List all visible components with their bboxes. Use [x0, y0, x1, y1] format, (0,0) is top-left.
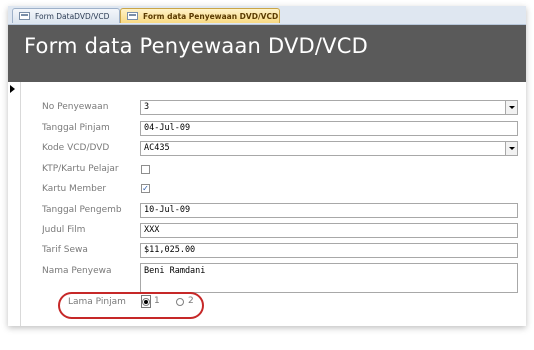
current-record-arrow-icon — [10, 85, 15, 93]
nama-penyewa-value: Beni Ramdani — [144, 266, 206, 276]
form-header: Form data Penyewaan DVD/VCD — [8, 25, 526, 82]
tab-form-data-penyewaan[interactable]: Form data Penyewaan DVD/VCD — [120, 8, 280, 23]
nama-penyewa-label: Nama Penyewa — [42, 266, 112, 276]
record-selector[interactable] — [8, 82, 21, 326]
no-penyewaan-value: 3 — [144, 102, 150, 112]
kartu-member-checkbox[interactable]: ✓ — [141, 184, 150, 193]
tanggal-pengembalian-label: Tanggal Pengemb — [42, 205, 122, 215]
tab-label: Form DataDVD/VCD — [35, 12, 110, 21]
judul-film-label: Judul Film — [42, 225, 86, 235]
chevron-down-icon[interactable] — [505, 142, 517, 155]
lama-pinjam-option-2-label: 2 — [188, 296, 194, 306]
ktp-kartu-pelajar-label: KTP/Kartu Pelajar — [42, 164, 119, 174]
form-icon — [127, 12, 138, 20]
tarif-sewa-field[interactable]: $11,025.00 — [140, 243, 518, 258]
tab-form-datadvd-vcd[interactable]: Form DataDVD/VCD — [12, 8, 120, 23]
judul-film-value: XXX — [144, 225, 160, 235]
tanggal-pengembalian-value: 10-Jul-09 — [144, 205, 191, 215]
access-window: Form DataDVD/VCD Form data Penyewaan DVD… — [8, 6, 526, 326]
tanggal-pinjam-field[interactable]: 04-Jul-09 — [140, 121, 518, 136]
kartu-member-label: Kartu Member — [42, 184, 107, 194]
ktp-kartu-pelajar-checkbox[interactable] — [141, 165, 150, 174]
judul-film-field[interactable]: XXX — [140, 223, 518, 238]
form-icon — [19, 12, 30, 20]
check-mark-icon: ✓ — [142, 184, 149, 193]
document-tab-bar: Form DataDVD/VCD Form data Penyewaan DVD… — [8, 6, 526, 25]
lama-pinjam-option-1-label: 1 — [154, 296, 160, 306]
no-penyewaan-label: No Penyewaan — [42, 102, 109, 112]
tanggal-pinjam-value: 04-Jul-09 — [144, 123, 191, 133]
nama-penyewa-field[interactable]: Beni Ramdani — [140, 263, 518, 293]
tarif-sewa-label: Tarif Sewa — [42, 245, 88, 255]
kode-vcd-dvd-value: AC435 — [144, 143, 170, 153]
radio-focus-box — [141, 295, 151, 308]
kode-vcd-dvd-label: Kode VCD/DVD — [42, 143, 110, 153]
form-title: Form data Penyewaan DVD/VCD — [24, 34, 368, 58]
tanggal-pengembalian-field[interactable]: 10-Jul-09 — [140, 203, 518, 218]
no-penyewaan-combobox[interactable]: 3 — [140, 100, 518, 115]
lama-pinjam-label: Lama Pinjam — [68, 297, 126, 307]
kode-vcd-dvd-combobox[interactable]: AC435 — [140, 141, 518, 156]
tab-label: Form data Penyewaan DVD/VCD — [143, 12, 279, 21]
tarif-sewa-value: $11,025.00 — [144, 245, 196, 255]
tanggal-pinjam-label: Tanggal Pinjam — [42, 123, 110, 133]
lama-pinjam-radio-2[interactable] — [176, 298, 184, 306]
chevron-down-icon[interactable] — [505, 101, 517, 114]
